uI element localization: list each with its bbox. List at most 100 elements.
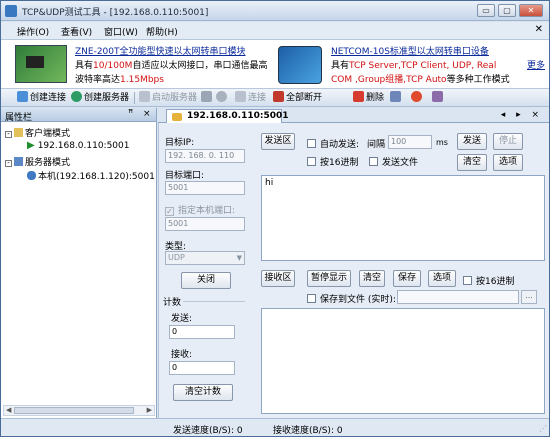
close-window-button[interactable]: ✕ — [519, 4, 543, 17]
send-text: hi — [265, 178, 274, 188]
tree-client-mode[interactable]: - 客户端模式 — [5, 126, 70, 139]
send-button[interactable]: 发送 — [457, 133, 487, 150]
specify-local-port-checkbox: ✓ 指定本机端口: — [165, 203, 235, 216]
create-connection-button[interactable]: 创建连接 — [17, 91, 66, 105]
menu-close-icon[interactable]: ✕ — [535, 24, 543, 35]
create-connection-label: 创建连接 — [30, 93, 67, 103]
tree-server-item[interactable]: 本机(192.168.1.120):5001 — [27, 169, 155, 182]
disconnect-all-button[interactable]: 全部断开 — [273, 91, 322, 105]
start-server-icon — [139, 91, 150, 102]
ad1-line2-a: 具有 — [75, 61, 94, 71]
collapse-icon[interactable]: - — [5, 131, 12, 138]
connect-icon — [235, 91, 246, 102]
connection-tab-icon — [172, 113, 182, 121]
chevron-down-icon: ▼ — [236, 254, 242, 262]
ad1-line2-c: 自适应以太网接口，串口通信最高 — [132, 61, 268, 71]
send-area-button[interactable]: 发送区 — [261, 133, 295, 150]
clear-count-button[interactable]: 清空计数 — [173, 384, 233, 401]
close-connection-button[interactable]: 关闭 — [181, 272, 231, 289]
connect-label: 连接 — [248, 93, 267, 103]
tab-connection[interactable]: 192.168.0.110:5001 — [166, 109, 289, 124]
settings-icon — [390, 91, 401, 102]
start-server-button[interactable]: 启动服务器 — [139, 91, 197, 105]
zne-module-image[interactable] — [15, 45, 67, 83]
ad2-line2-a: 具有 — [331, 61, 350, 71]
pin-icon[interactable]: ꟸ — [128, 109, 133, 119]
auto-send-label: 自动发送: — [320, 140, 360, 150]
resize-grip-icon[interactable]: ⋰ — [539, 424, 547, 433]
send-hex-label: 按16进制 — [320, 158, 359, 168]
ad2-line2: 具有TCP Server,TCP Client, UDP, Real — [331, 58, 496, 71]
menu-operate[interactable]: 操作(O) — [17, 25, 49, 38]
help-button[interactable] — [411, 91, 424, 105]
connect-button[interactable]: 连接 — [235, 91, 266, 105]
checkbox-box: ✓ — [165, 207, 174, 216]
pause-display-button[interactable]: 暂停显示 — [307, 270, 351, 287]
close-panel-icon[interactable]: × — [143, 109, 151, 119]
menu-help[interactable]: 帮助(H) — [146, 25, 178, 38]
scroll-thumb[interactable] — [14, 407, 134, 414]
property-panel-title: 属性栏 — [5, 113, 33, 123]
menu-window[interactable]: 窗口(W) — [104, 25, 138, 38]
stop-button: 停止 — [493, 133, 523, 150]
checkbox-box[interactable] — [463, 276, 472, 285]
scroll-right-icon[interactable]: ▶ — [147, 406, 152, 414]
start-server-label: 启动服务器 — [152, 93, 198, 103]
send-file-checkbox[interactable]: 发送文件 — [369, 155, 418, 168]
send-options-button[interactable]: 选项 — [493, 154, 523, 171]
local-port-field: 5001 — [165, 217, 245, 231]
send-hex-checkbox[interactable]: 按16进制 — [307, 155, 358, 168]
stop-server-button[interactable] — [201, 91, 214, 105]
ad1-line3-a: 波特率高达 — [75, 75, 121, 85]
maximize-button[interactable]: ▢ — [498, 4, 516, 17]
more-link[interactable]: 更多 — [527, 58, 545, 71]
save-to-file-checkbox[interactable]: 保存到文件 (实时): — [307, 292, 396, 305]
auto-send-checkbox[interactable]: 自动发送: — [307, 137, 359, 150]
clear-send-button[interactable]: 清空 — [457, 154, 487, 171]
tree-client-item[interactable]: ▶ 192.168.0.110:5001 — [27, 140, 129, 151]
horizontal-scrollbar[interactable]: ◀ ▶ — [3, 405, 155, 416]
minimize-button[interactable]: ▭ — [477, 4, 495, 17]
browse-button[interactable]: ... — [521, 290, 537, 304]
cancel-button[interactable] — [216, 91, 229, 105]
ad1-title-link[interactable]: ZNE-200T全功能型快速以太网转串口模块 — [75, 44, 246, 57]
scroll-left-icon[interactable]: ◀ — [6, 406, 11, 414]
cancel-icon — [216, 91, 227, 102]
receive-textarea[interactable] — [261, 308, 545, 414]
connection-panel: 目标IP: 192. 168. 0. 110 目标端口: 5001 ✓ 指定本机端… — [158, 123, 549, 418]
clear-receive-button[interactable]: 清空 — [359, 270, 385, 287]
checkbox-box[interactable] — [307, 294, 316, 303]
toolbar-separator — [134, 92, 135, 104]
receive-hex-checkbox[interactable]: 按16进制 — [463, 274, 514, 287]
create-connection-icon — [17, 91, 28, 102]
collapse-icon[interactable]: - — [5, 160, 12, 167]
tree-server-mode[interactable]: - 服务器模式 — [5, 155, 70, 168]
delete-button[interactable]: 删除 — [353, 91, 384, 105]
netcom-device-image[interactable] — [278, 46, 322, 84]
tree-client-mode-label: 客户端模式 — [25, 129, 71, 139]
menu-view[interactable]: 查看(V) — [61, 25, 92, 38]
target-port-field: 5001 — [165, 181, 245, 195]
server-stop-icon — [201, 91, 212, 102]
send-textarea[interactable]: hi — [261, 175, 545, 261]
create-server-button[interactable]: 创建服务器 — [71, 91, 129, 105]
tab-nav-icons[interactable]: ◂ ▸ × — [501, 110, 543, 120]
status-bar: 发送速度(B/S): 0 接收速度(B/S): 0 ⋰ — [1, 418, 549, 436]
checkbox-box[interactable] — [369, 157, 378, 166]
settings-button[interactable] — [390, 91, 403, 105]
checkbox-box[interactable] — [307, 157, 316, 166]
target-ip-field: 192. 168. 0. 110 — [165, 149, 245, 163]
exit-button[interactable] — [432, 91, 445, 105]
checkbox-box[interactable] — [307, 139, 316, 148]
ad2-title-link[interactable]: NETCOM-10S标准型以太网转串口设备 — [331, 44, 489, 57]
type-select: UDP ▼ — [165, 251, 245, 265]
receive-options-button[interactable]: 选项 — [428, 270, 456, 287]
ad1-line3: 波特率高达1.15Mbps — [75, 72, 164, 85]
ad2-line2-b: TCP Server,TCP Client, UDP, Real — [349, 61, 497, 71]
count-label: 计数 — [163, 298, 182, 308]
window-title: TCP&UDP测试工具 - [192.168.0.110:5001] — [22, 8, 209, 18]
ad1-line3-b: 1.15Mbps — [120, 75, 164, 85]
send-count-label: 发送: — [171, 314, 193, 324]
receive-area-button[interactable]: 接收区 — [261, 270, 295, 287]
save-button[interactable]: 保存 — [393, 270, 421, 287]
